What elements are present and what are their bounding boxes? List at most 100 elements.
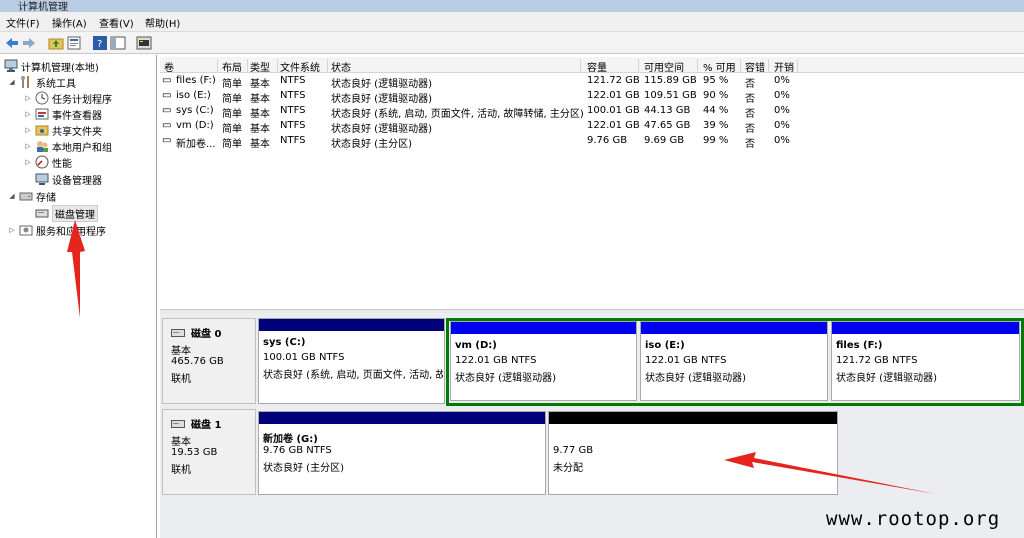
partition-status: 状态良好 (逻辑驱动器) bbox=[455, 373, 556, 384]
expand-arrow-icon[interactable]: ▷ bbox=[24, 110, 32, 118]
column-header-volume[interactable]: 卷 bbox=[164, 59, 218, 74]
menu-view[interactable]: 查看(V) bbox=[99, 15, 134, 30]
forward-icon[interactable] bbox=[21, 35, 37, 51]
disk-1-status: 联机 bbox=[171, 465, 191, 476]
cell-filesystem: NTFS bbox=[280, 135, 306, 146]
menu-help[interactable]: 帮助(H) bbox=[145, 15, 180, 30]
volume-drive-icon: ▭ bbox=[162, 120, 172, 131]
cell-status: 状态良好 (逻辑驱动器) bbox=[331, 94, 432, 105]
tree-item-system-tools[interactable]: ◢ 系统工具 bbox=[8, 74, 76, 90]
table-row[interactable]: ▭ iso (E:) 简单 基本 NTFS 状态良好 (逻辑驱动器) 122.0… bbox=[160, 89, 1024, 105]
cell-status: 状态良好 (主分区) bbox=[331, 139, 412, 150]
tree-disk-management-label: 磁盘管理 bbox=[52, 204, 98, 222]
tree-item-root[interactable]: 计算机管理(本地) bbox=[4, 58, 99, 74]
collapse-arrow-icon[interactable]: ◢ bbox=[8, 192, 16, 200]
disk-0-info[interactable]: 磁盘 0 基本 465.76 GB 联机 bbox=[162, 318, 256, 404]
tree-event-viewer-label: 事件查看器 bbox=[52, 110, 102, 122]
tree-item-performance[interactable]: ▷ 性能 bbox=[24, 154, 72, 170]
tree-item-device-manager[interactable]: 设备管理器 bbox=[35, 171, 102, 187]
column-header-capacity[interactable]: 容量 bbox=[587, 59, 639, 74]
show-hide-icon[interactable] bbox=[110, 35, 126, 51]
partition-size: 121.72 GB NTFS bbox=[836, 355, 918, 366]
disk-0-size: 465.76 GB bbox=[171, 356, 224, 367]
disk-1-title: 磁盘 1 bbox=[171, 416, 221, 431]
clock-icon bbox=[35, 91, 49, 105]
cell-status: 状态良好 (逻辑驱动器) bbox=[331, 124, 432, 135]
partition-vm-d[interactable]: vm (D:) 122.01 GB NTFS 状态良好 (逻辑驱动器) bbox=[450, 321, 637, 401]
partition-sys-c[interactable]: sys (C:) 100.01 GB NTFS 状态良好 (系统, 启动, 页面… bbox=[258, 318, 445, 404]
tree-item-local-users[interactable]: ▷ 本地用户和组 bbox=[24, 138, 112, 154]
disk-0-status: 联机 bbox=[171, 374, 191, 385]
partition-status: 状态良好 (主分区) bbox=[263, 463, 344, 474]
partition-name: 新加卷 (G:) bbox=[263, 434, 318, 445]
unallocated-space[interactable]: 9.77 GB 未分配 bbox=[548, 411, 838, 495]
cell-layout: 简单 bbox=[222, 139, 242, 150]
column-header-filesystem[interactable]: 文件系统 bbox=[280, 59, 328, 74]
help-icon[interactable]: ? bbox=[92, 35, 108, 51]
disk-0-title: 磁盘 0 bbox=[171, 325, 221, 340]
partition-status: 状态良好 (逻辑驱动器) bbox=[836, 373, 937, 384]
cell-filesystem: NTFS bbox=[280, 90, 306, 101]
table-row[interactable]: ▭ sys (C:) 简单 基本 NTFS 状态良好 (系统, 启动, 页面文件… bbox=[160, 104, 1024, 120]
device-manager-icon bbox=[35, 173, 49, 185]
unallocated-label: 未分配 bbox=[553, 463, 583, 474]
tree-item-disk-management[interactable]: 磁盘管理 bbox=[35, 204, 98, 222]
back-icon[interactable] bbox=[4, 35, 20, 51]
cell-percent-free: 44 % bbox=[703, 105, 729, 116]
cell-overhead: 0% bbox=[774, 135, 790, 146]
partition-iso-e[interactable]: iso (E:) 122.01 GB NTFS 状态良好 (逻辑驱动器) bbox=[640, 321, 828, 401]
cell-fault-tolerance: 否 bbox=[745, 124, 755, 135]
cell-free-space: 9.69 GB bbox=[644, 135, 685, 146]
up-folder-icon[interactable] bbox=[48, 35, 64, 51]
table-row[interactable]: ▭ 新加卷... 简单 基本 NTFS 状态良好 (主分区) 9.76 GB 9… bbox=[160, 134, 1024, 150]
cell-status: 状态良好 (系统, 启动, 页面文件, 活动, 故障转储, 主分区) bbox=[331, 109, 584, 120]
expand-arrow-icon[interactable]: ▷ bbox=[24, 142, 32, 150]
tree-item-task-scheduler[interactable]: ▷ 任务计划程序 bbox=[24, 90, 112, 106]
table-row[interactable]: ▭ vm (D:) 简单 基本 NTFS 状态良好 (逻辑驱动器) 122.01… bbox=[160, 119, 1024, 135]
column-header-type[interactable]: 类型 bbox=[250, 59, 278, 74]
tree-item-services[interactable]: ▷ 服务和应用程序 bbox=[8, 222, 106, 238]
column-header-overhead[interactable]: 开销 bbox=[774, 59, 798, 74]
cell-fault-tolerance: 否 bbox=[745, 109, 755, 120]
tree-root-label: 计算机管理(本地) bbox=[21, 62, 99, 74]
column-header-percent-free[interactable]: % 可用 bbox=[703, 59, 741, 74]
expand-arrow-icon[interactable]: ▷ bbox=[24, 158, 32, 166]
cell-fault-tolerance: 否 bbox=[745, 79, 755, 90]
column-header-fault-tolerance[interactable]: 容错 bbox=[745, 59, 769, 74]
tools-icon bbox=[21, 76, 29, 88]
disk-graphical-view: 磁盘 0 基本 465.76 GB 联机 sys (C:) 100.01 GB … bbox=[160, 313, 1024, 538]
properties-icon[interactable] bbox=[66, 35, 82, 51]
cell-volume: sys (C:) bbox=[176, 105, 214, 116]
menu-file[interactable]: 文件(F) bbox=[6, 15, 40, 30]
expand-arrow-icon[interactable]: ▷ bbox=[24, 94, 32, 102]
partition-name: vm (D:) bbox=[455, 340, 497, 351]
cell-percent-free: 95 % bbox=[703, 75, 729, 86]
expand-arrow-icon[interactable]: ▷ bbox=[8, 226, 16, 234]
tree-item-shared-folders[interactable]: ▷ 共享文件夹 bbox=[24, 122, 102, 138]
cell-type: 基本 bbox=[250, 139, 270, 150]
partition-files-f[interactable]: files (F:) 121.72 GB NTFS 状态良好 (逻辑驱动器) bbox=[831, 321, 1020, 401]
cell-overhead: 0% bbox=[774, 75, 790, 86]
disk-1-info[interactable]: 磁盘 1 基本 19.53 GB 联机 bbox=[162, 409, 256, 495]
disk-0-name: 磁盘 0 bbox=[191, 329, 222, 340]
storage-icon bbox=[19, 192, 33, 201]
column-header-layout[interactable]: 布局 bbox=[222, 59, 248, 74]
column-header-free-space[interactable]: 可用空间 bbox=[644, 59, 698, 74]
partition-name: files (F:) bbox=[836, 340, 883, 351]
console-icon[interactable] bbox=[136, 35, 152, 51]
column-header-status[interactable]: 状态 bbox=[331, 59, 581, 74]
collapse-arrow-icon[interactable]: ◢ bbox=[8, 78, 16, 86]
volume-list: 卷 布局 类型 文件系统 状态 容量 可用空间 % 可用 容错 开销 ▭ fil… bbox=[160, 57, 1024, 309]
tree-item-storage[interactable]: ◢ 存储 bbox=[8, 188, 56, 204]
svg-text:?: ? bbox=[97, 39, 102, 50]
cell-volume: files (F:) bbox=[176, 75, 216, 86]
cell-type: 基本 bbox=[250, 109, 270, 120]
toolbar: ? bbox=[0, 32, 1024, 54]
partition-new-volume-g[interactable]: 新加卷 (G:) 9.76 GB NTFS 状态良好 (主分区) bbox=[258, 411, 546, 495]
partition-size: 100.01 GB NTFS bbox=[263, 352, 345, 363]
expand-arrow-icon[interactable]: ▷ bbox=[24, 126, 32, 134]
tree-item-event-viewer[interactable]: ▷ 事件查看器 bbox=[24, 106, 102, 122]
menu-action[interactable]: 操作(A) bbox=[52, 15, 87, 30]
services-icon bbox=[19, 225, 33, 236]
table-row[interactable]: ▭ files (F:) 简单 基本 NTFS 状态良好 (逻辑驱动器) 121… bbox=[160, 74, 1024, 90]
